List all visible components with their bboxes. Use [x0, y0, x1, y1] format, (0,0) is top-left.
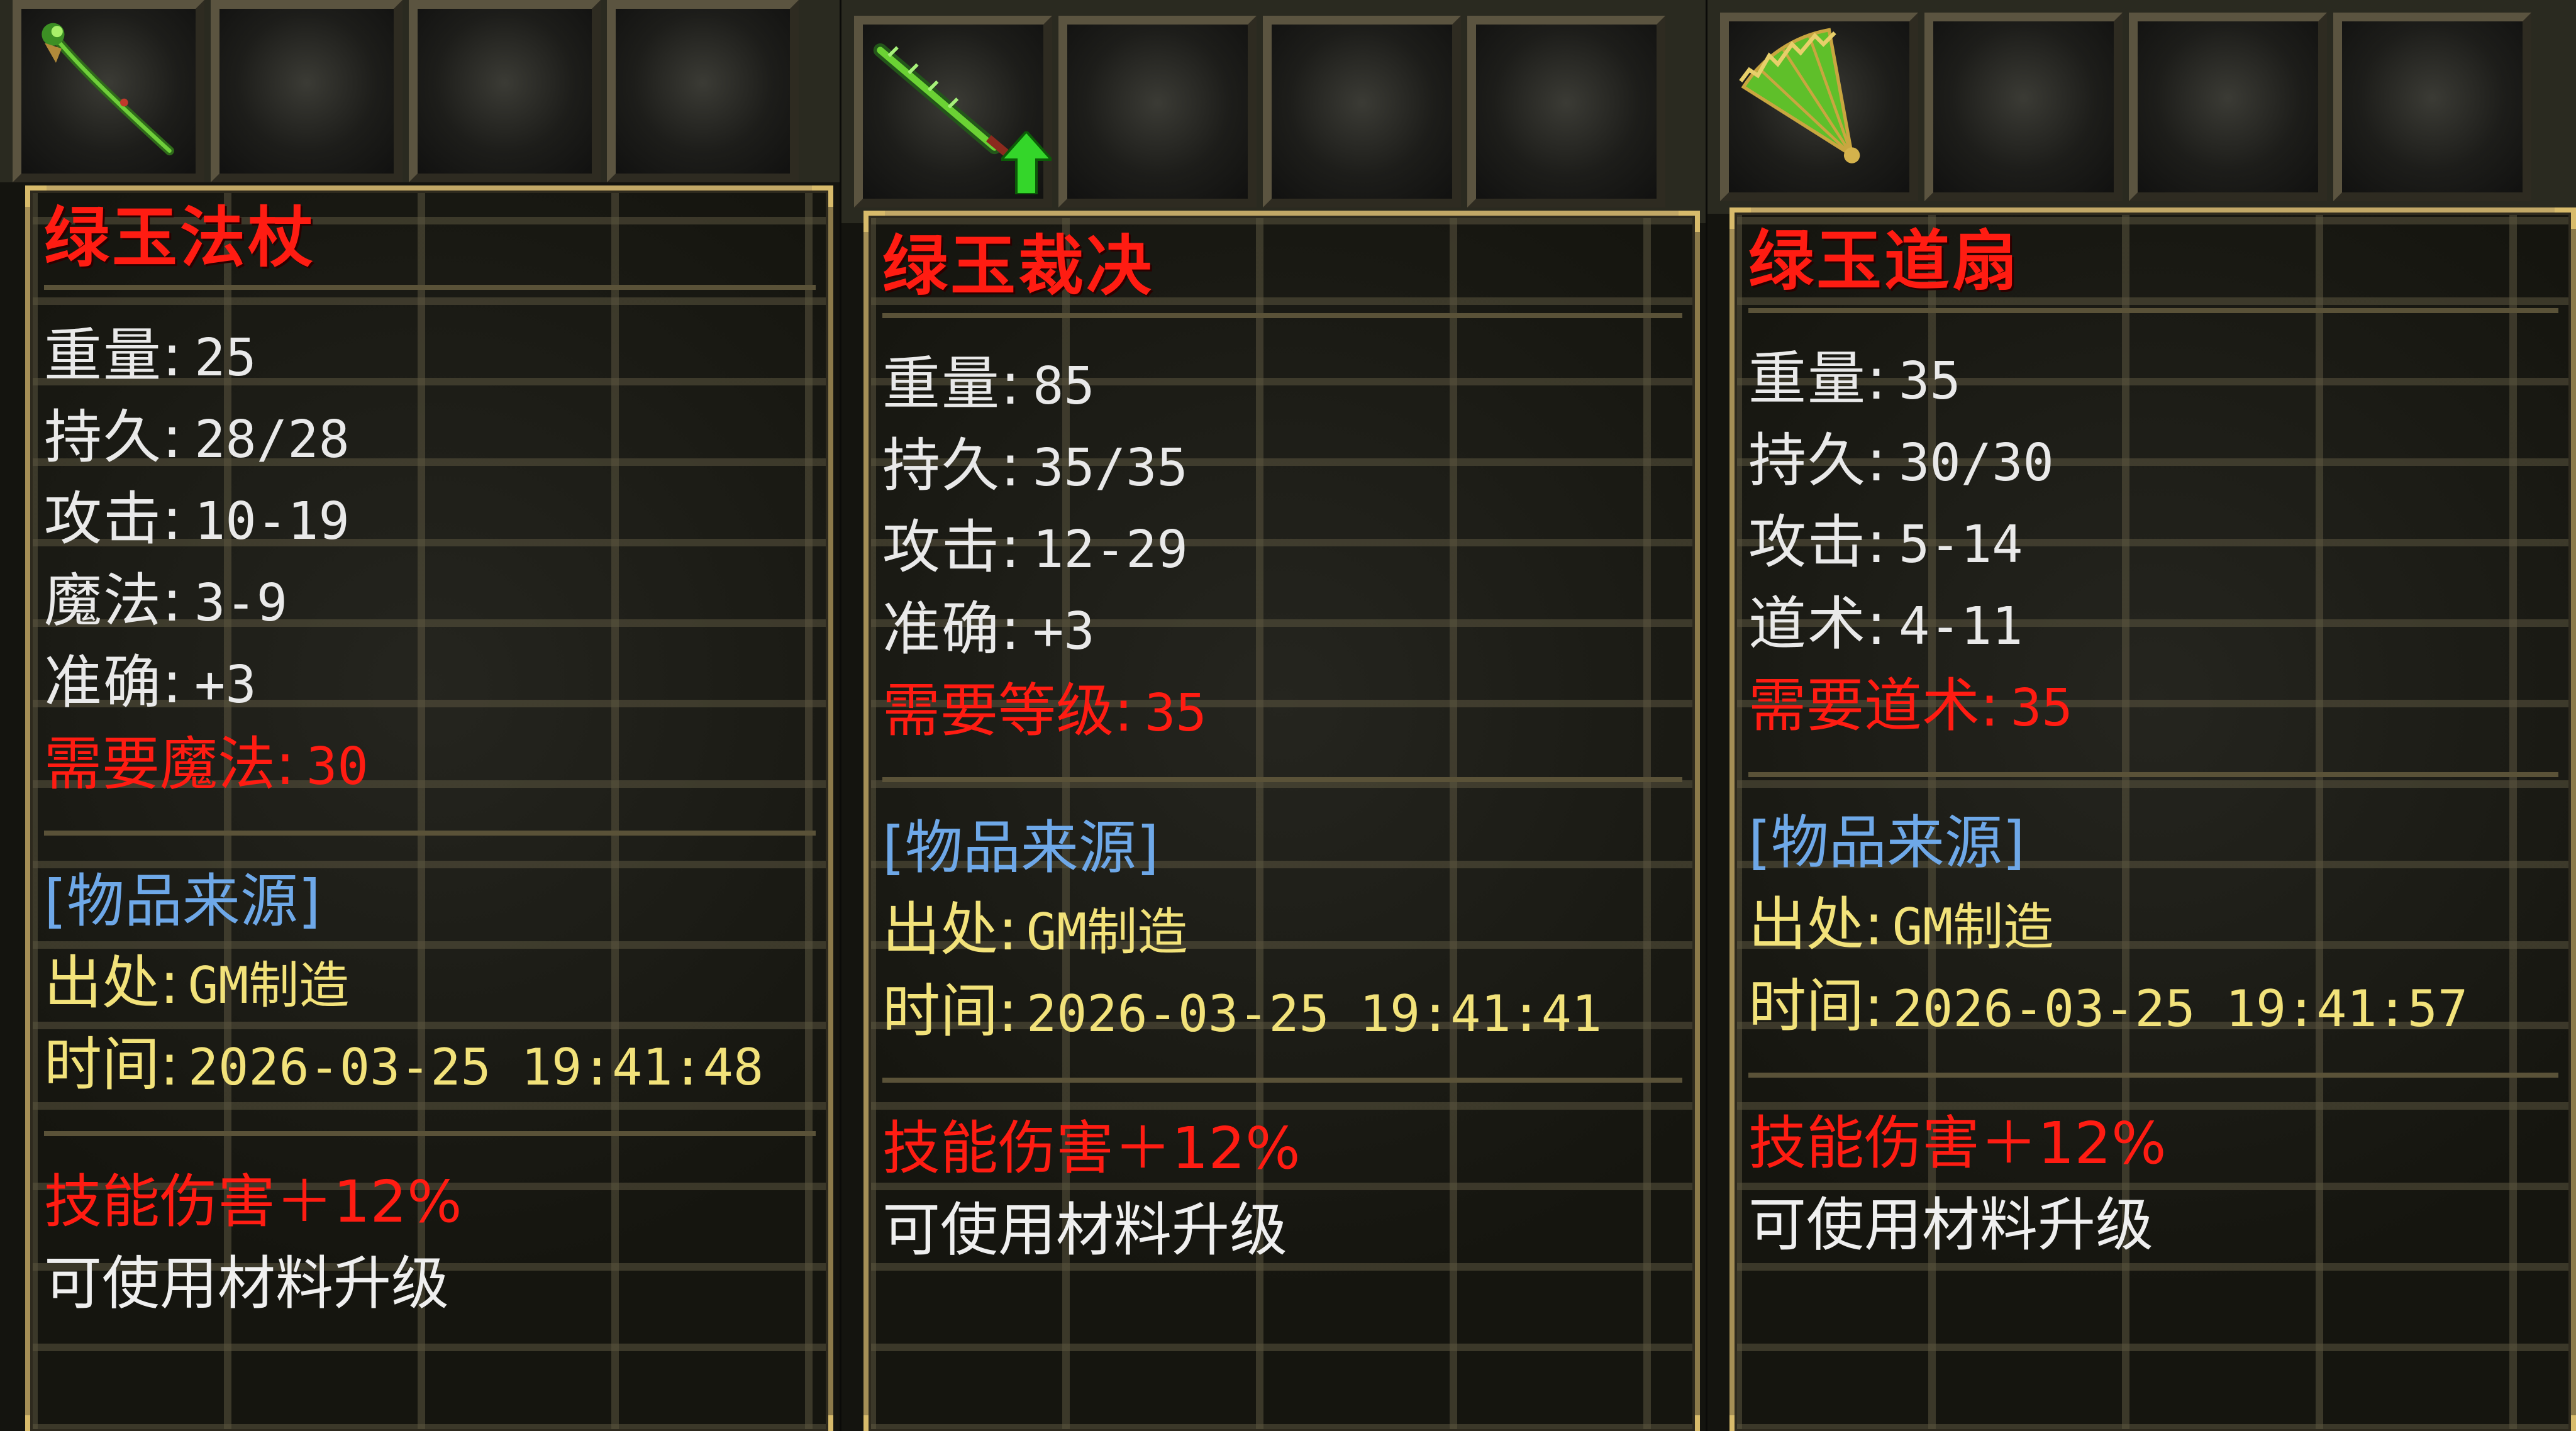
divider	[44, 831, 816, 836]
inventory-strip	[841, 0, 1706, 223]
item-tooltip: 绿玉法杖 重量: 25 持久: 28/28 攻击: 10-19 魔法: 3-9 准确: +…	[25, 185, 833, 1431]
item-name: 绿玉法杖	[44, 199, 316, 276]
inventory-slot-empty[interactable]	[1263, 16, 1461, 207]
stat-attack: 攻击: 10-19	[44, 485, 350, 553]
frame-corner	[863, 211, 885, 232]
item-origin: 出处: GM制造	[44, 949, 350, 1017]
divider	[1748, 308, 2558, 313]
inventory-slot-empty[interactable]	[2129, 13, 2327, 201]
inventory-slot-empty[interactable]	[1058, 16, 1257, 207]
divider	[44, 1131, 816, 1136]
requirement: 需要魔法: 30	[44, 731, 369, 798]
inventory-slot-empty[interactable]	[607, 0, 799, 182]
green-jade-staff-icon	[42, 23, 174, 156]
stat-accuracy: 准确: +3	[44, 649, 257, 716]
frame-corner	[1729, 1415, 1751, 1431]
item-origin: 出处: GM制造	[882, 896, 1188, 963]
stat-attack: 攻击: 12-29	[882, 514, 1188, 581]
divider	[882, 1078, 1682, 1083]
upgrade-note: 可使用材料升级	[882, 1196, 1288, 1264]
item-source-heading: [物品来源]	[882, 814, 1159, 881]
item-name: 绿玉裁决	[882, 227, 1155, 304]
inventory-strip	[1707, 0, 2576, 214]
skill-damage-bonus: 技能伤害＋12%	[44, 1168, 462, 1235]
divider	[882, 313, 1682, 318]
item-created-time: 时间: 2026-03-25 19:41:41	[882, 978, 1602, 1045]
frame-corner	[1679, 211, 1700, 232]
green-up-arrow-icon	[1001, 131, 1052, 194]
skill-damage-bonus: 技能伤害＋12%	[882, 1115, 1301, 1182]
requirement: 需要道术: 35	[1748, 672, 2073, 739]
item-origin: 出处: GM制造	[1748, 891, 2054, 958]
item-source-heading: [物品来源]	[1748, 809, 2025, 876]
item-created-time: 时间: 2026-03-25 19:41:48	[44, 1031, 764, 1098]
inventory-slot-fan[interactable]	[1720, 13, 1918, 201]
frame-corner	[863, 1415, 885, 1431]
frame-corner	[25, 185, 47, 207]
inventory-slot-empty[interactable]	[409, 0, 601, 182]
stat-taoism: 道术: 4-11	[1748, 590, 2023, 658]
item-panel-staff: 绿玉法杖 重量: 25 持久: 28/28 攻击: 10-19 魔法: 3-9 准确: +…	[0, 0, 840, 1431]
upgrade-note: 可使用材料升级	[44, 1250, 450, 1317]
inventory-slot-empty[interactable]	[1924, 13, 2123, 201]
item-created-time: 时间: 2026-03-25 19:41:57	[1748, 973, 2468, 1040]
inventory-slot-sword[interactable]	[854, 16, 1052, 207]
frame-corner	[812, 1415, 833, 1431]
divider	[882, 777, 1682, 782]
green-jade-fan-icon	[1739, 28, 1860, 163]
stat-durability: 持久: 30/30	[1748, 427, 2054, 494]
frame-corner	[25, 1415, 47, 1431]
stat-attack: 攻击: 5-14	[1748, 509, 2023, 576]
upgrade-note: 可使用材料升级	[1748, 1191, 2154, 1259]
stat-durability: 持久: 28/28	[44, 404, 350, 471]
inventory-slot-empty[interactable]	[2333, 13, 2531, 201]
inventory-slot-empty[interactable]	[1467, 16, 1665, 207]
stat-weight: 重量: 85	[882, 350, 1095, 417]
divider	[1748, 1073, 2558, 1078]
item-source-heading: [物品来源]	[44, 868, 321, 935]
item-tooltip: 绿玉裁决 重量: 85 持久: 35/35 攻击: 12-29 准确: +3 需要等级:…	[863, 211, 1700, 1431]
frame-corner	[1729, 207, 1751, 229]
divider	[44, 285, 816, 290]
inventory-strip	[0, 0, 840, 182]
item-name: 绿玉道扇	[1748, 222, 2021, 299]
item-panel-sword: 绿玉裁决 重量: 85 持久: 35/35 攻击: 12-29 准确: +3 需要等级:…	[841, 0, 1706, 1431]
stat-accuracy: 准确: +3	[882, 595, 1095, 663]
frame-corner	[2555, 1415, 2576, 1431]
stat-magic: 魔法: 3-9	[44, 567, 288, 634]
stat-durability: 持久: 35/35	[882, 432, 1188, 499]
requirement: 需要等级: 35	[882, 677, 1207, 744]
stat-weight: 重量: 25	[44, 322, 257, 389]
item-panel-fan: 绿玉道扇 重量: 35 持久: 30/30 攻击: 5-14 道术: 4-11 需要道术…	[1707, 0, 2576, 1431]
frame-corner	[2555, 207, 2576, 229]
skill-damage-bonus: 技能伤害＋12%	[1748, 1110, 2167, 1177]
stat-weight: 重量: 35	[1748, 345, 1961, 412]
frame-corner	[1679, 1415, 1700, 1431]
screenshot-collage: 绿玉法杖 重量: 25 持久: 28/28 攻击: 10-19 魔法: 3-9 准确: +…	[0, 0, 2576, 1431]
inventory-slot-empty[interactable]	[211, 0, 402, 182]
inventory-slot-staff[interactable]	[13, 0, 204, 182]
item-tooltip: 绿玉道扇 重量: 35 持久: 30/30 攻击: 5-14 道术: 4-11 需要道术…	[1729, 207, 2576, 1431]
divider	[1748, 772, 2558, 777]
